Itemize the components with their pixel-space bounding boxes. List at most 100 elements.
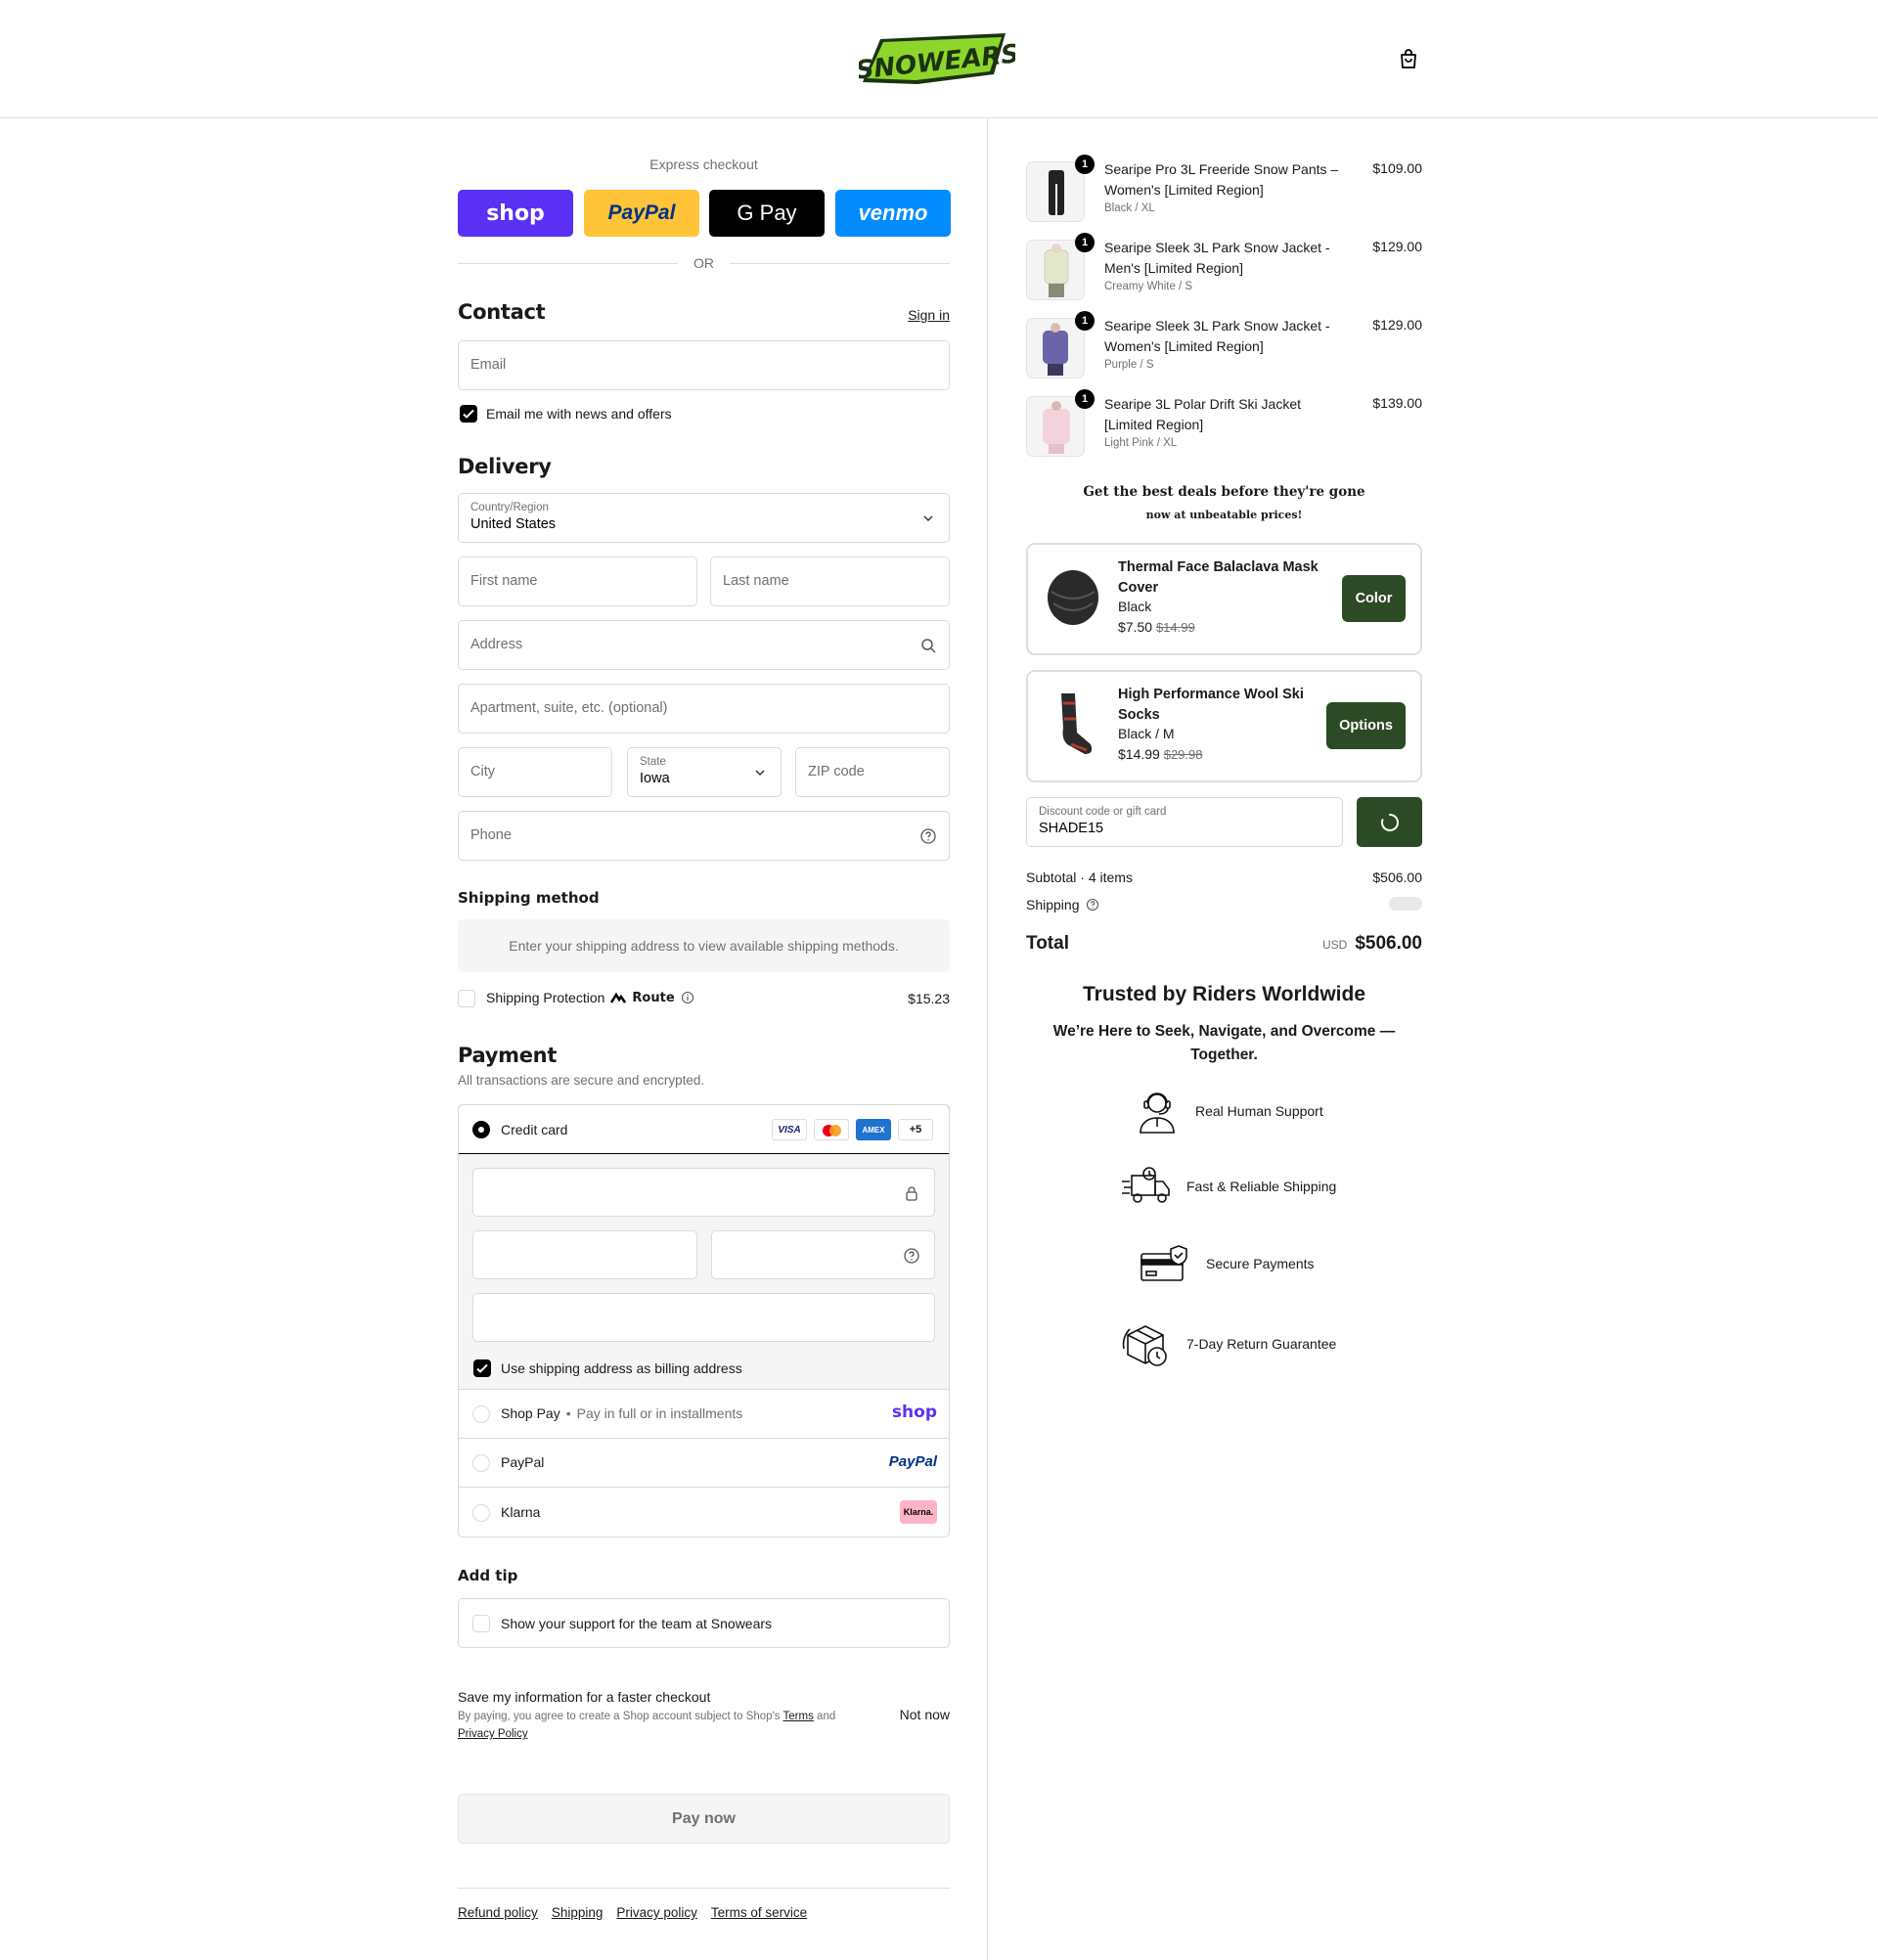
discount-label: Discount code or gift card xyxy=(1039,806,1167,818)
loading-spinner-icon xyxy=(1380,813,1399,831)
snowears-logo[interactable]: SNOWEARS xyxy=(859,29,1015,88)
state-select[interactable]: State Iowa xyxy=(627,747,782,797)
line-item: 1 Searipe 3L Polar Drift Ski Jacket [Lim… xyxy=(1026,389,1422,465)
trust-item: Secure Payments xyxy=(1140,1244,1315,1283)
trust-item-label: Fast & Reliable Shipping xyxy=(1186,1179,1337,1194)
deals-subtitle: now at unbeatable prices! xyxy=(1145,509,1303,521)
shop-pay-express-button[interactable]: shop xyxy=(458,190,573,237)
shopping-bag-icon[interactable] xyxy=(1397,47,1420,70)
billing-address-label: Use shipping address as billing address xyxy=(501,1360,742,1376)
shop-terms-link[interactable]: Terms xyxy=(783,1711,814,1722)
zip-placeholder: ZIP code xyxy=(808,764,865,780)
sign-in-link[interactable]: Sign in xyxy=(908,307,950,323)
shop-pay-label: Shop Pay xyxy=(501,1405,560,1421)
last-name-field[interactable]: Last name xyxy=(710,557,950,606)
mastercard-icon xyxy=(814,1119,849,1140)
footer-divider xyxy=(458,1888,950,1889)
check-icon xyxy=(463,409,474,419)
zip-field[interactable]: ZIP code xyxy=(795,747,950,797)
not-now-button[interactable]: Not now xyxy=(900,1707,950,1722)
news-checkbox[interactable] xyxy=(460,405,477,423)
line-item: 1 Searipe Sleek 3L Park Snow Jacket - Me… xyxy=(1026,233,1422,308)
name-on-card-field[interactable] xyxy=(472,1293,935,1342)
security-code-field[interactable] xyxy=(711,1230,935,1279)
terms-of-service-link[interactable]: Terms of service xyxy=(711,1905,807,1920)
shipping-value-placeholder xyxy=(1389,897,1422,911)
item-variant: Creamy White / S xyxy=(1104,281,1193,292)
shop-privacy-link[interactable]: Privacy Policy xyxy=(458,1728,528,1740)
info-icon[interactable] xyxy=(681,991,694,1004)
address-field[interactable]: Address xyxy=(458,620,950,670)
card-form: Use shipping address as billing address xyxy=(459,1154,949,1390)
shop-pay-logo: shop xyxy=(891,1403,937,1422)
quantity-badge: 1 xyxy=(1075,233,1095,252)
card-number-field[interactable] xyxy=(472,1168,935,1217)
paypal-label: PayPal xyxy=(607,201,676,224)
trust-subtitle: We’re Here to Seek, Navigate, and Overco… xyxy=(1052,1023,1396,1063)
paypal-option[interactable]: PayPal PayPal xyxy=(459,1439,949,1488)
email-field[interactable]: Email xyxy=(458,340,950,390)
tip-option[interactable]: Show your support for the team at Snowea… xyxy=(458,1598,950,1648)
upsell-color-button[interactable]: Color xyxy=(1342,575,1406,622)
refund-policy-link[interactable]: Refund policy xyxy=(458,1905,538,1920)
product-image xyxy=(1026,396,1085,457)
lock-icon xyxy=(906,1186,917,1201)
tip-label: Show your support for the team at Snowea… xyxy=(501,1616,773,1631)
trust-item: Real Human Support xyxy=(1135,1088,1323,1135)
delivery-truck-icon xyxy=(1122,1167,1170,1203)
credit-card-radio[interactable] xyxy=(472,1121,490,1138)
phone-field[interactable]: Phone xyxy=(458,811,950,861)
venmo-express-button[interactable]: venmo xyxy=(835,190,951,237)
klarna-logo: Klarna. xyxy=(900,1500,937,1524)
klarna-radio[interactable] xyxy=(472,1504,490,1522)
klarna-label: Klarna xyxy=(501,1504,541,1520)
expiration-field[interactable] xyxy=(472,1230,697,1279)
paypal-express-button[interactable]: PayPal xyxy=(584,190,699,237)
apartment-placeholder: Apartment, suite, etc. (optional) xyxy=(470,700,668,716)
chevron-down-icon xyxy=(755,770,765,777)
venmo-label: venmo xyxy=(858,200,928,225)
product-image xyxy=(1061,693,1093,754)
credit-card-option[interactable]: Credit card VISA AMEX +5 xyxy=(459,1105,949,1154)
help-circle-icon[interactable] xyxy=(903,1247,920,1265)
shipping-protection-checkbox[interactable] xyxy=(458,990,475,1007)
first-name-field[interactable]: First name xyxy=(458,557,697,606)
country-select[interactable]: Country/Region United States xyxy=(458,493,950,543)
billing-address-checkbox[interactable] xyxy=(473,1359,491,1377)
item-price: $109.00 xyxy=(1372,160,1422,176)
legal-and: and xyxy=(817,1711,836,1722)
search-icon xyxy=(921,639,936,653)
shipping-label: Shipping xyxy=(1026,897,1080,913)
route-label: Route xyxy=(632,990,675,1005)
help-circle-icon[interactable] xyxy=(1086,898,1099,912)
shipping-method-title: Shipping method xyxy=(458,889,600,907)
shipping-protection: Shipping Protection Route xyxy=(486,990,694,1005)
item-name: Searipe 3L Polar Drift Ski Jacket [Limit… xyxy=(1104,396,1302,432)
or-divider-right xyxy=(730,263,950,264)
shop-pay-option[interactable]: Shop Pay • Pay in full or in installment… xyxy=(459,1390,949,1439)
paypal-radio[interactable] xyxy=(472,1454,490,1472)
headset-agent-icon xyxy=(1140,1092,1175,1134)
line-item: 1 Searipe Sleek 3L Park Snow Jacket - Wo… xyxy=(1026,311,1422,386)
upsell-compare-price: $14.99 xyxy=(1155,620,1195,635)
tip-checkbox[interactable] xyxy=(472,1615,490,1632)
currency-code: USD xyxy=(1321,938,1348,952)
help-circle-icon[interactable] xyxy=(919,827,937,845)
product-image xyxy=(1026,161,1085,222)
upsell-options-button[interactable]: Options xyxy=(1326,702,1406,749)
city-field[interactable]: City xyxy=(458,747,612,797)
city-placeholder: City xyxy=(470,764,495,780)
google-pay-express-button[interactable]: G Pay xyxy=(709,190,825,237)
last-name-placeholder: Last name xyxy=(723,573,789,589)
shipping-policy-link[interactable]: Shipping xyxy=(552,1905,604,1920)
upsell-variant: Black xyxy=(1118,599,1152,614)
apartment-field[interactable]: Apartment, suite, etc. (optional) xyxy=(458,684,950,734)
privacy-policy-link[interactable]: Privacy policy xyxy=(616,1905,697,1920)
discount-code-field[interactable]: Discount code or gift card SHADE15 xyxy=(1026,797,1343,847)
shop-pay-radio[interactable] xyxy=(472,1405,490,1423)
pay-now-button[interactable]: Pay now xyxy=(458,1794,950,1844)
klarna-option[interactable]: Klarna Klarna. xyxy=(459,1488,949,1537)
amex-icon: AMEX xyxy=(856,1119,891,1140)
apply-discount-button[interactable] xyxy=(1357,797,1422,847)
shipping-protection-label: Shipping Protection xyxy=(486,990,605,1005)
